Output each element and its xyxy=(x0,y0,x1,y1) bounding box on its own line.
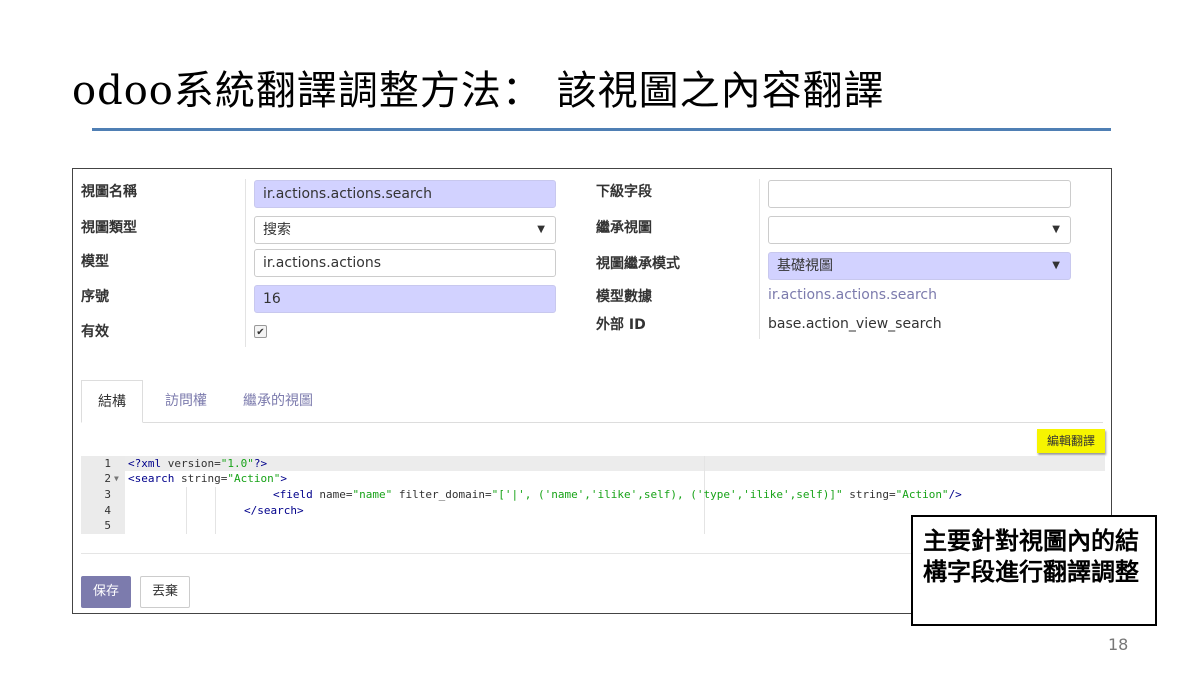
view-type-label: 視圖類型 xyxy=(81,220,137,236)
page-number: 18 xyxy=(1108,635,1129,654)
active-label: 有效 xyxy=(81,324,109,340)
tab-inherited-views[interactable]: 繼承的視圖 xyxy=(233,380,323,423)
fold-arrow-icon[interactable]: ▼ xyxy=(114,474,119,483)
column-separator xyxy=(759,179,760,339)
view-name-field[interactable]: ir.actions.actions.search xyxy=(254,180,556,208)
inherit-view-label: 繼承視圖 xyxy=(596,220,652,236)
inherit-mode-label: 視圖繼承模式 xyxy=(596,256,680,272)
model-data-link[interactable]: ir.actions.actions.search xyxy=(768,287,937,303)
active-checkbox[interactable]: ✔ xyxy=(254,325,267,338)
model-field[interactable]: ir.actions.actions xyxy=(254,249,556,277)
sequence-label: 序號 xyxy=(81,289,109,305)
external-id-label: 外部 ID xyxy=(596,317,646,333)
child-field-label: 下級字段 xyxy=(596,184,652,200)
view-type-value: 搜索 xyxy=(263,222,291,238)
line-number: 1 xyxy=(104,457,111,470)
line-number: 5 xyxy=(104,519,111,532)
callout-note: 主要針對視圖內的結構字段進行翻譯調整 xyxy=(911,515,1157,626)
code-line-2: <search string="Action"> xyxy=(128,472,287,485)
view-name-label: 視圖名稱 xyxy=(81,184,137,200)
tab-access-rights[interactable]: 訪問權 xyxy=(151,380,221,423)
edit-translation-button[interactable]: 編輯翻譯 xyxy=(1037,429,1105,453)
inherit-mode-value: 基礎視圖 xyxy=(777,258,833,274)
dropdown-caret-icon: ▼ xyxy=(537,224,545,235)
column-separator xyxy=(245,179,246,347)
active-line-highlight xyxy=(125,456,1105,471)
model-label: 模型 xyxy=(81,254,109,270)
line-number: 2 xyxy=(104,472,111,485)
line-number: 4 xyxy=(104,504,111,517)
indent-guide xyxy=(186,487,187,534)
view-type-select[interactable]: 搜索 ▼ xyxy=(254,216,556,244)
dropdown-caret-icon: ▼ xyxy=(1052,224,1060,235)
save-button[interactable]: 保存 xyxy=(81,576,131,608)
code-line-1: <?xml version="1.0"?> xyxy=(128,457,268,470)
code-line-4: </search> xyxy=(244,504,304,517)
inherit-view-select[interactable]: ▼ xyxy=(768,216,1071,244)
line-number: 3 xyxy=(104,488,111,501)
code-line-3: <field name="name" filter_domain="['|', … xyxy=(273,488,962,501)
tab-structure[interactable]: 結構 xyxy=(81,380,143,423)
sequence-field[interactable]: 16 xyxy=(254,285,556,313)
external-id-value: base.action_view_search xyxy=(768,316,942,332)
title-divider xyxy=(92,128,1111,131)
inherit-mode-select[interactable]: 基礎視圖 ▼ xyxy=(768,252,1071,280)
checkmark-icon: ✔ xyxy=(256,327,265,338)
model-data-label: 模型數據 xyxy=(596,289,652,305)
dropdown-caret-icon: ▼ xyxy=(1052,260,1060,271)
indent-guide xyxy=(215,487,216,534)
discard-button[interactable]: 丟棄 xyxy=(140,576,190,608)
slide-title: odoo系統翻譯調整方法： 該視圖之內容翻譯 xyxy=(72,68,885,114)
child-field-input[interactable] xyxy=(768,180,1071,208)
